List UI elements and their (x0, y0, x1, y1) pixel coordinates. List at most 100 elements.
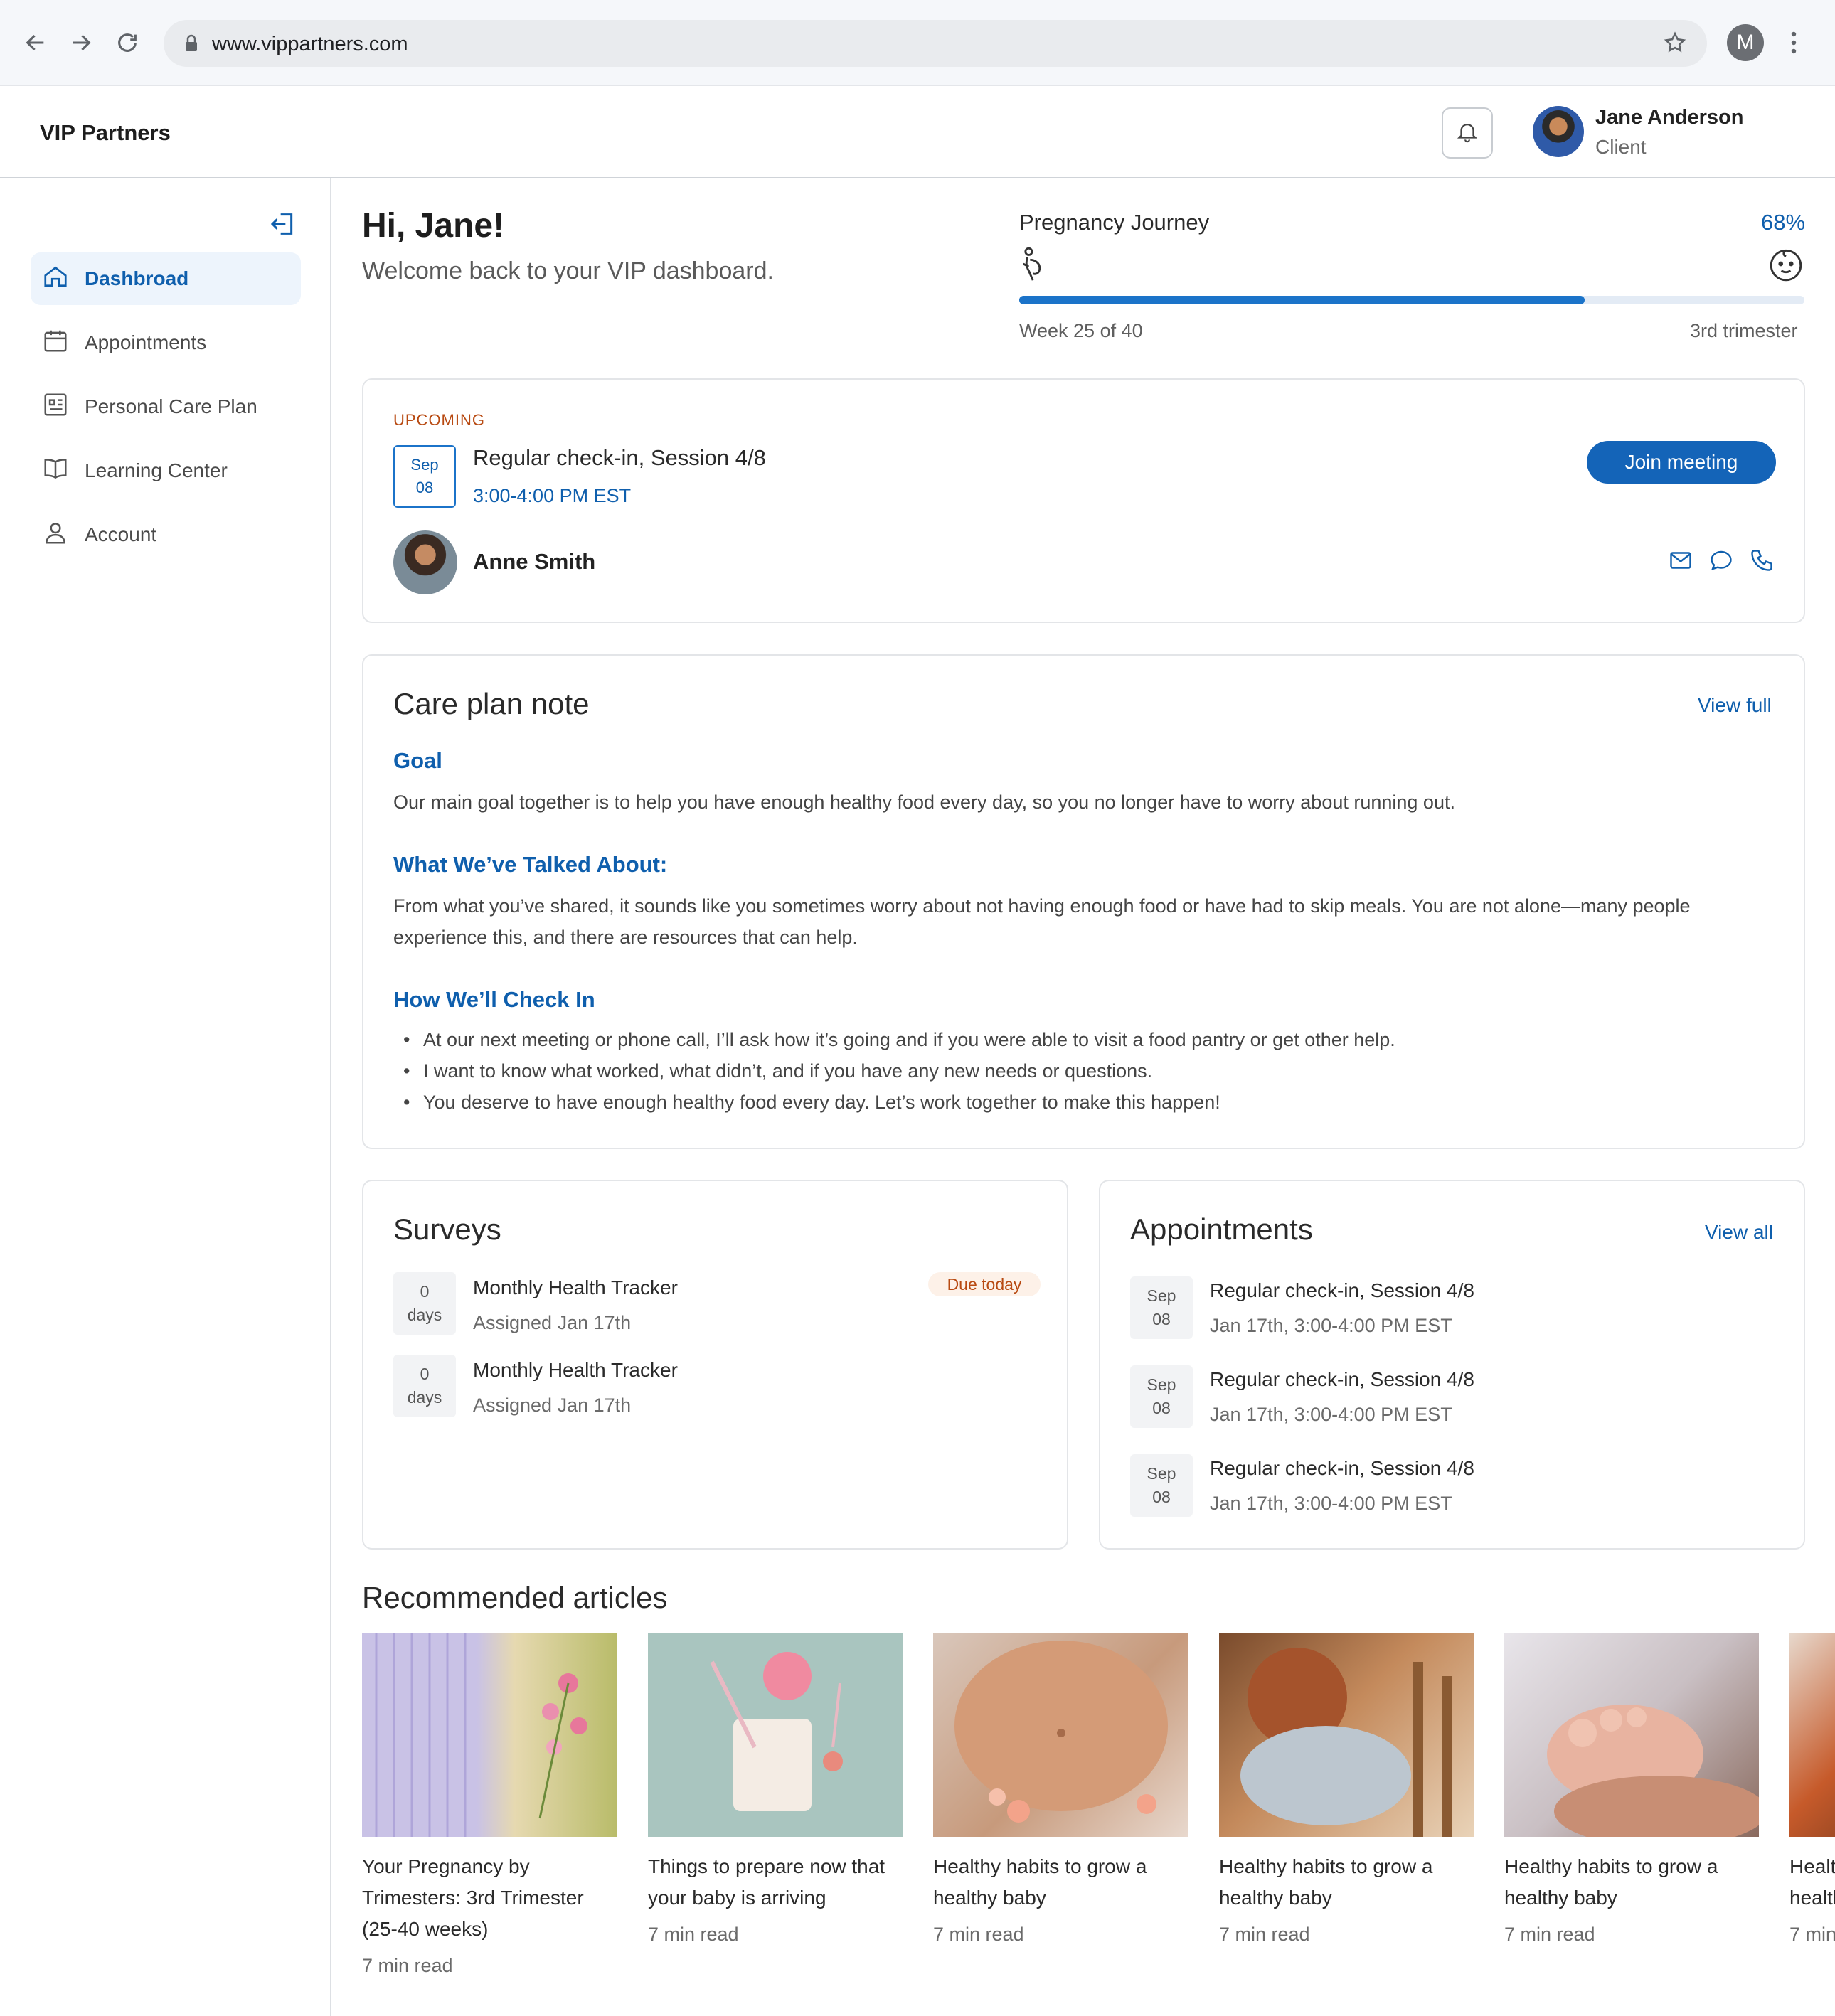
due-today-badge: Due today (928, 1272, 1041, 1296)
appointment-title: Regular check-in, Session 4/8 (473, 445, 766, 470)
home-icon (42, 263, 69, 295)
article-image (648, 1633, 903, 1837)
upcoming-label: UPCOMING (393, 411, 485, 429)
notifications-button[interactable] (1442, 107, 1493, 159)
user-name[interactable]: Jane Anderson (1595, 106, 1743, 129)
article-title: Healthy habits to grow a healthy baby (1789, 1855, 1835, 1909)
bell-icon (1455, 119, 1479, 147)
address-bar[interactable]: www.vippartners.com (164, 20, 1707, 67)
join-meeting-button[interactable]: Join meeting (1587, 441, 1776, 484)
checkin-heading: How We’ll Check In (393, 987, 595, 1012)
days-badge: 0 days (393, 1355, 456, 1417)
article-read-time: 7 min read (1789, 1924, 1835, 1945)
article-image (1504, 1633, 1767, 1847)
date-month: Sep (1147, 1463, 1176, 1483)
collapse-sidebar-icon[interactable] (269, 210, 297, 242)
appointment-title[interactable]: Regular check-in, Session 4/8 (1210, 1368, 1474, 1391)
article-image (933, 1633, 1188, 1837)
sidebar-item-personal-care-plan[interactable]: Personal Care Plan (31, 380, 301, 433)
browser-menu-icon[interactable] (1788, 30, 1799, 59)
article-card[interactable]: Healthy habits to grow a healthy baby 7 … (933, 1633, 1188, 1946)
date-month: Sep (410, 456, 439, 474)
date-day: 08 (1152, 1488, 1171, 1506)
article-title: Healthy habits to grow a healthy baby (933, 1855, 1147, 1909)
article-title: Healthy habits to grow a healthy baby (1504, 1855, 1718, 1909)
list-item: You deserve to have enough healthy food … (393, 1087, 1766, 1118)
survey-title[interactable]: Monthly Health Tracker (473, 1276, 678, 1299)
talked-heading: What We’ve Talked About: (393, 852, 668, 877)
article-read-time: 7 min read (1219, 1924, 1310, 1945)
appointments-card: Appointments View all Sep 08 Regular che… (1099, 1180, 1805, 1550)
pregnancy-progress-fill (1019, 296, 1585, 304)
user-role: Client (1595, 136, 1647, 158)
date-badge: Sep 08 (393, 445, 456, 508)
checkin-list: At our next meeting or phone call, I’ll … (393, 1024, 1766, 1118)
date-day: 08 (1152, 1399, 1171, 1417)
back-icon[interactable] (20, 27, 51, 58)
article-read-time: 7 min read (933, 1924, 1024, 1945)
calendar-icon (42, 327, 69, 359)
appointment-title[interactable]: Regular check-in, Session 4/8 (1210, 1457, 1474, 1480)
date-badge: Sep 08 (1130, 1365, 1193, 1428)
article-image (362, 1633, 617, 1837)
surveys-title: Surveys (393, 1212, 501, 1246)
survey-assigned: Assigned Jan 17th (473, 1312, 632, 1333)
appointment-title[interactable]: Regular check-in, Session 4/8 (1210, 1279, 1474, 1302)
baby-face-icon (1767, 246, 1805, 285)
lock-icon (184, 34, 199, 56)
email-icon[interactable] (1668, 548, 1693, 577)
url-text: www.vippartners.com (212, 33, 408, 55)
sidebar-item-learning-center[interactable]: Learning Center (31, 444, 301, 497)
pregnancy-journey-title: Pregnancy Journey (1019, 210, 1210, 235)
sidebar-item-account[interactable]: Account (31, 508, 301, 561)
sidebar: Dashbroad Appointments Personal Care Pla… (0, 178, 331, 2016)
sidebar-item-label: Personal Care Plan (85, 395, 257, 417)
reload-icon[interactable] (112, 27, 143, 58)
article-read-time: 7 min read (648, 1924, 739, 1945)
date-badge: Sep 08 (1130, 1454, 1193, 1517)
browser-profile-avatar[interactable]: M (1727, 24, 1764, 61)
sidebar-item-dashboard[interactable]: Dashbroad (31, 252, 301, 305)
list-item: At our next meeting or phone call, I’ll … (393, 1024, 1766, 1055)
care-plan-title: Care plan note (393, 687, 590, 720)
brand-name[interactable]: VIP Partners (40, 120, 171, 146)
goal-text: Our main goal together is to help you ha… (393, 791, 1455, 813)
forward-icon[interactable] (65, 27, 97, 58)
bookmark-star-icon[interactable] (1663, 31, 1687, 58)
phone-icon[interactable] (1749, 548, 1775, 577)
article-title: Things to prepare now that your baby is … (648, 1855, 885, 1909)
article-image (1789, 1633, 1835, 1837)
survey-title[interactable]: Monthly Health Tracker (473, 1359, 678, 1382)
goal-heading: Goal (393, 748, 442, 773)
chat-icon[interactable] (1708, 548, 1734, 577)
sidebar-item-appointments[interactable]: Appointments (31, 316, 301, 369)
pregnancy-progress-bar (1019, 296, 1804, 304)
days-count: 0 (420, 1364, 430, 1383)
article-card[interactable]: Healthy habits to grow a healthy baby 7 … (1219, 1633, 1474, 1946)
sidebar-item-label: Learning Center (85, 459, 228, 481)
user-avatar[interactable] (1533, 106, 1584, 157)
page-title: Hi, Jane! (362, 207, 505, 245)
days-count: 0 (420, 1281, 430, 1301)
date-month: Sep (1147, 1375, 1176, 1394)
browser-chrome: www.vippartners.com M (0, 0, 1835, 86)
pregnancy-trimester: 3rd trimester (1690, 320, 1798, 341)
appointment-time: 3:00-4:00 PM EST (473, 485, 632, 506)
app-header: VIP Partners Jane Anderson Client (0, 86, 1835, 178)
article-title: Healthy habits to grow a healthy baby (1219, 1855, 1433, 1909)
article-title: Your Pregnancy by Trimesters: 3rd Trimes… (362, 1855, 584, 1940)
article-read-time: 7 min read (362, 1955, 453, 1976)
article-card[interactable]: Healthy habits to grow a healthy baby 7 … (1504, 1633, 1767, 1946)
view-full-link[interactable]: View full (1698, 694, 1772, 717)
days-unit: days (407, 1388, 442, 1407)
article-card[interactable]: Your Pregnancy by Trimesters: 3rd Trimes… (362, 1633, 617, 1977)
survey-assigned: Assigned Jan 17th (473, 1394, 632, 1416)
article-card[interactable]: Healthy habits to grow a healthy baby 7 … (1789, 1633, 1835, 1946)
appointment-time: Jan 17th, 3:00-4:00 PM EST (1210, 1493, 1452, 1514)
article-card-clipped[interactable]: Healthy habits to grow a healthy baby 7 … (1789, 1633, 1835, 2016)
appointments-title: Appointments (1130, 1212, 1313, 1246)
view-all-link[interactable]: View all (1705, 1221, 1773, 1244)
date-badge: Sep 08 (1130, 1276, 1193, 1339)
article-card[interactable]: Things to prepare now that your baby is … (648, 1633, 903, 1946)
sidebar-item-label: Account (85, 523, 157, 545)
